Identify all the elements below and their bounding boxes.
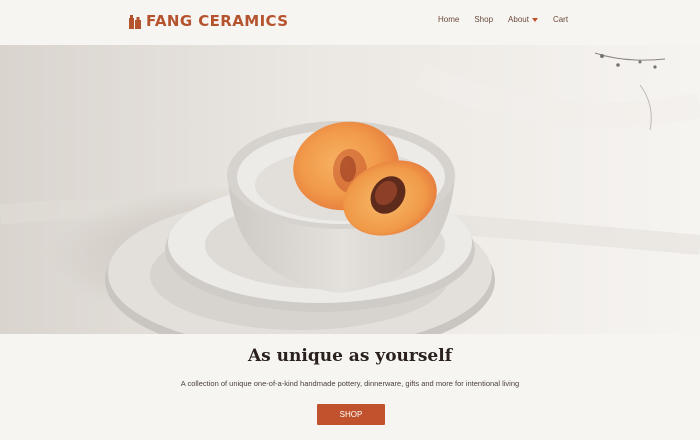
nav-cart[interactable]: Cart bbox=[553, 15, 568, 24]
nav-about-label: About bbox=[508, 15, 529, 24]
site-header: FANG CERAMICS Home Shop About Cart bbox=[0, 0, 700, 45]
main-nav: Home Shop About Cart bbox=[438, 15, 568, 24]
chevron-down-icon bbox=[531, 17, 538, 22]
ceramic-bowl-with-peach-photo bbox=[0, 45, 700, 334]
brand-logo[interactable]: FANG CERAMICS bbox=[128, 12, 288, 30]
hero-tagline: As unique as yourself bbox=[247, 346, 453, 366]
shop-button[interactable]: SHOP bbox=[317, 404, 385, 425]
hero-subtitle: A collection of unique one-of-a-kind han… bbox=[180, 379, 520, 388]
nav-home[interactable]: Home bbox=[438, 15, 459, 24]
nav-shop[interactable]: Shop bbox=[474, 15, 493, 24]
vase-logo-icon bbox=[129, 15, 141, 29]
brand-name: FANG CERAMICS bbox=[146, 12, 289, 30]
hero-image bbox=[0, 45, 700, 334]
nav-about[interactable]: About bbox=[508, 15, 538, 24]
